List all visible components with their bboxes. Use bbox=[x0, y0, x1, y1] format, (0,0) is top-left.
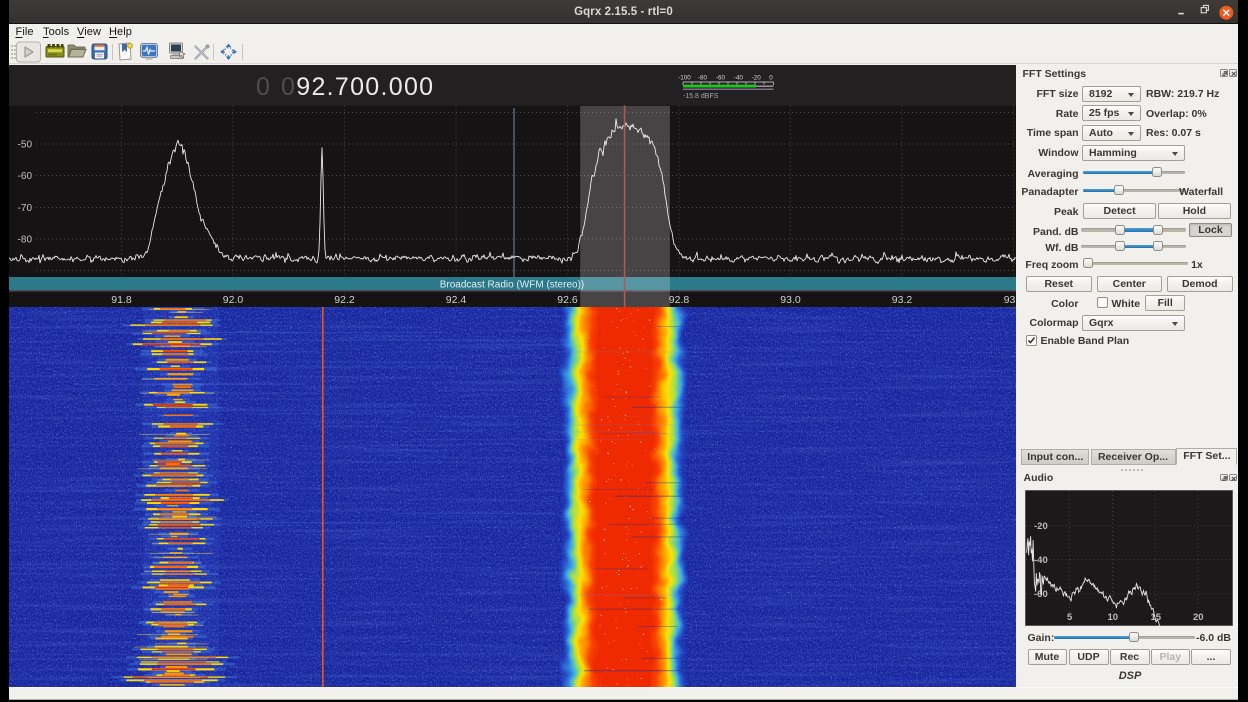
svg-text:-20: -20 bbox=[1034, 520, 1048, 531]
svg-text:-40: -40 bbox=[1034, 555, 1048, 566]
svg-text:-70: -70 bbox=[18, 203, 33, 214]
svg-text:Broadcast Radio (WFM (stereo)): Broadcast Radio (WFM (stereo)) bbox=[440, 280, 584, 291]
svg-text:10: 10 bbox=[1108, 612, 1119, 623]
svg-text:-40: -40 bbox=[734, 75, 744, 82]
svg-text:92.4: 92.4 bbox=[446, 294, 467, 306]
svg-text:-60: -60 bbox=[18, 171, 33, 182]
svg-text:92.2: 92.2 bbox=[334, 294, 355, 306]
svg-text:-15.8 dBFS: -15.8 dBFS bbox=[683, 93, 719, 100]
svg-text:-20: -20 bbox=[752, 75, 762, 82]
svg-text:-50: -50 bbox=[18, 140, 33, 151]
svg-text:-80: -80 bbox=[698, 75, 708, 82]
svg-text:-80: -80 bbox=[18, 235, 33, 246]
svg-text:20: 20 bbox=[1193, 612, 1204, 623]
svg-text:92.6: 92.6 bbox=[557, 294, 578, 306]
svg-text:91.8: 91.8 bbox=[111, 294, 132, 306]
svg-text:92.0: 92.0 bbox=[223, 294, 244, 306]
svg-text:5: 5 bbox=[1067, 612, 1073, 623]
svg-text:93.2: 93.2 bbox=[892, 294, 913, 306]
svg-text:0092.700.000: 0092.700.000 bbox=[256, 73, 434, 101]
svg-text:93.: 93. bbox=[1004, 294, 1016, 306]
svg-text:92.8: 92.8 bbox=[669, 294, 690, 306]
svg-text:-100: -100 bbox=[678, 75, 691, 82]
svg-text:0: 0 bbox=[769, 75, 773, 82]
svg-text:-60: -60 bbox=[716, 75, 726, 82]
svg-text:93.0: 93.0 bbox=[780, 294, 801, 306]
